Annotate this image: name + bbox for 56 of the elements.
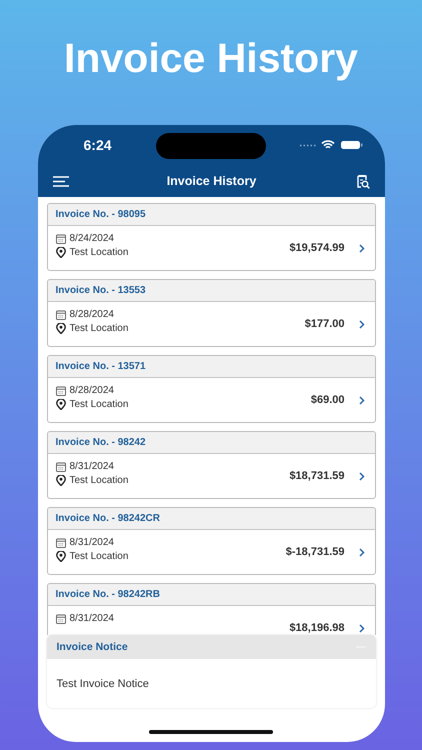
invoice-number: Invoice No. - 98242 xyxy=(56,437,146,448)
location-pin-icon xyxy=(56,399,66,410)
invoice-location: Test Location xyxy=(70,551,128,562)
document-search-icon[interactable] xyxy=(354,174,370,188)
status-time: 6:24 xyxy=(84,137,113,153)
invoice-location: Test Location xyxy=(70,475,128,486)
invoice-card[interactable]: Invoice No. - 98095 8/24/2024 Test Location $19,574.99 xyxy=(46,203,376,271)
invoice-location: Test Location xyxy=(70,247,128,258)
invoice-card[interactable]: Invoice No. - 98242RB 8/31/2024 $18,196.98 xyxy=(46,583,376,635)
invoice-date: 8/31/2024 xyxy=(70,537,114,548)
invoice-number: Invoice No. - 98242CR xyxy=(56,513,160,524)
calendar-icon xyxy=(56,462,66,472)
invoice-date: 8/31/2024 xyxy=(70,613,114,624)
location-pin-icon xyxy=(56,475,66,486)
invoice-date: 8/31/2024 xyxy=(70,461,114,472)
chevron-right-icon xyxy=(358,548,364,556)
calendar-icon xyxy=(56,538,66,548)
battery-icon xyxy=(340,140,362,150)
signal-icon xyxy=(300,144,316,146)
invoice-amount: $177.00 xyxy=(304,318,344,330)
invoice-date: 8/28/2024 xyxy=(70,309,114,320)
invoice-location: Test Location xyxy=(70,323,128,334)
screen-title: Invoice History xyxy=(166,174,256,188)
invoice-amount: $19,574.99 xyxy=(289,242,344,254)
chevron-right-icon xyxy=(358,320,364,328)
invoice-number: Invoice No. - 13553 xyxy=(56,285,146,296)
invoice-location: Test Location xyxy=(70,399,128,410)
chevron-right-icon xyxy=(358,472,364,480)
chevron-right-icon xyxy=(358,396,364,404)
invoice-number: Invoice No. - 98242RB xyxy=(56,589,160,600)
calendar-icon xyxy=(56,234,66,244)
invoice-amount: $69.00 xyxy=(310,394,344,406)
invoice-number: Invoice No. - 98095 xyxy=(56,209,146,220)
notice-text: Test Invoice Notice xyxy=(56,678,149,690)
chevron-right-icon xyxy=(358,244,364,252)
wifi-icon xyxy=(320,140,334,150)
invoice-amount: $18,196.98 xyxy=(289,622,344,634)
calendar-icon xyxy=(56,310,66,320)
invoice-number: Invoice No. - 13571 xyxy=(56,361,146,372)
invoice-date: 8/24/2024 xyxy=(70,233,114,244)
location-pin-icon xyxy=(56,247,66,258)
invoice-amount: $18,731.59 xyxy=(289,470,344,482)
calendar-icon xyxy=(56,386,66,396)
invoice-card[interactable]: Invoice No. - 98242CR 8/31/2024 Test Location $-18,731.59 xyxy=(46,507,376,575)
chevron-right-icon xyxy=(358,624,364,632)
invoice-card[interactable]: Invoice No. - 13571 8/28/2024 Test Location $69.00 xyxy=(46,355,376,423)
headline: Invoice History xyxy=(64,34,358,83)
invoice-card[interactable]: Invoice No. - 98242 8/31/2024 Test Location $18,731.59 xyxy=(46,431,376,499)
invoice-card[interactable]: Invoice No. - 13553 8/28/2024 Test Location $177.00 xyxy=(46,279,376,347)
notice-title: Invoice Notice xyxy=(56,641,128,653)
invoice-date: 8/28/2024 xyxy=(70,385,114,396)
calendar-icon xyxy=(56,614,66,624)
location-pin-icon xyxy=(56,551,66,562)
invoice-amount: $-18,731.59 xyxy=(286,546,344,558)
location-pin-icon xyxy=(56,323,66,334)
menu-icon[interactable] xyxy=(52,176,68,186)
